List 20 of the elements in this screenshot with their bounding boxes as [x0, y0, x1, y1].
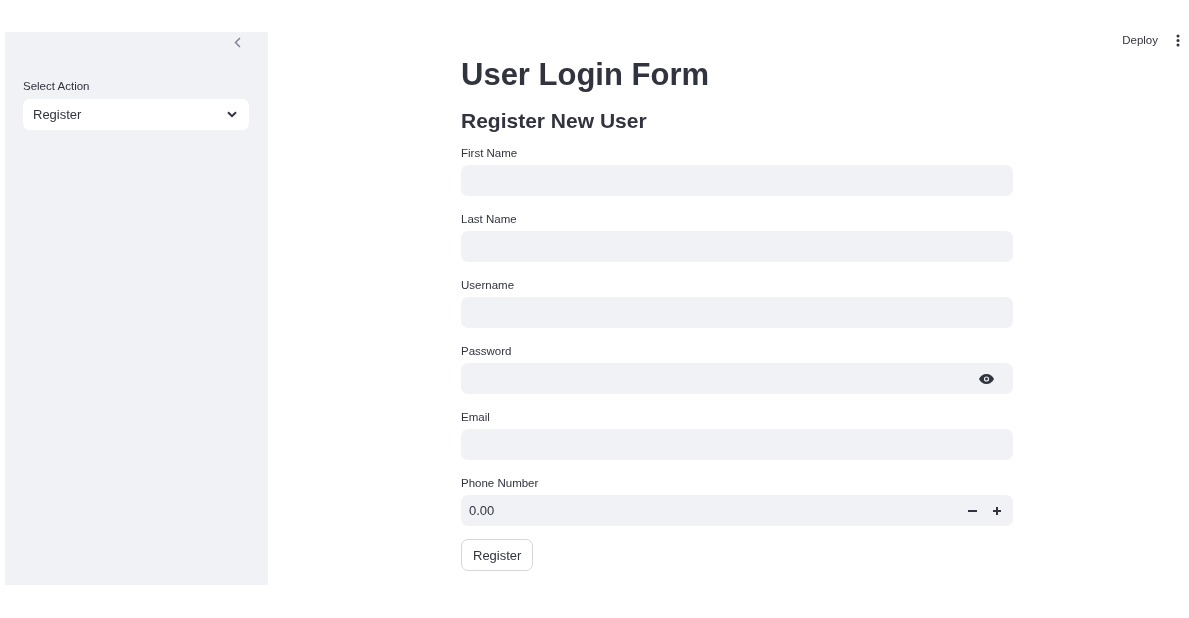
section-heading: Register New User	[461, 108, 648, 134]
password-field[interactable]	[461, 363, 1013, 394]
plus-icon[interactable]	[993, 506, 1001, 515]
more-menu-icon[interactable]	[1176, 34, 1180, 47]
chevron-down-icon	[227, 111, 237, 118]
field-label: Email	[461, 410, 491, 424]
select-dropdown[interactable]: Register	[23, 99, 249, 130]
show-password-icon[interactable]	[979, 373, 994, 384]
field-label: First Name	[461, 146, 519, 160]
number-field[interactable]: 0.00	[461, 495, 1013, 526]
minus-icon[interactable]	[968, 509, 977, 512]
register-button[interactable]: Register	[461, 539, 534, 571]
field-label: Password	[461, 344, 513, 358]
page-title: User Login Form	[461, 56, 710, 94]
deploy-button[interactable]: Deploy	[1122, 34, 1158, 46]
select-label: Select Action	[23, 79, 91, 93]
field-label: Phone Number	[461, 476, 540, 490]
field-label: Username	[461, 278, 516, 292]
field-label: Last Name	[461, 212, 518, 226]
collapse-icon[interactable]	[234, 37, 241, 48]
